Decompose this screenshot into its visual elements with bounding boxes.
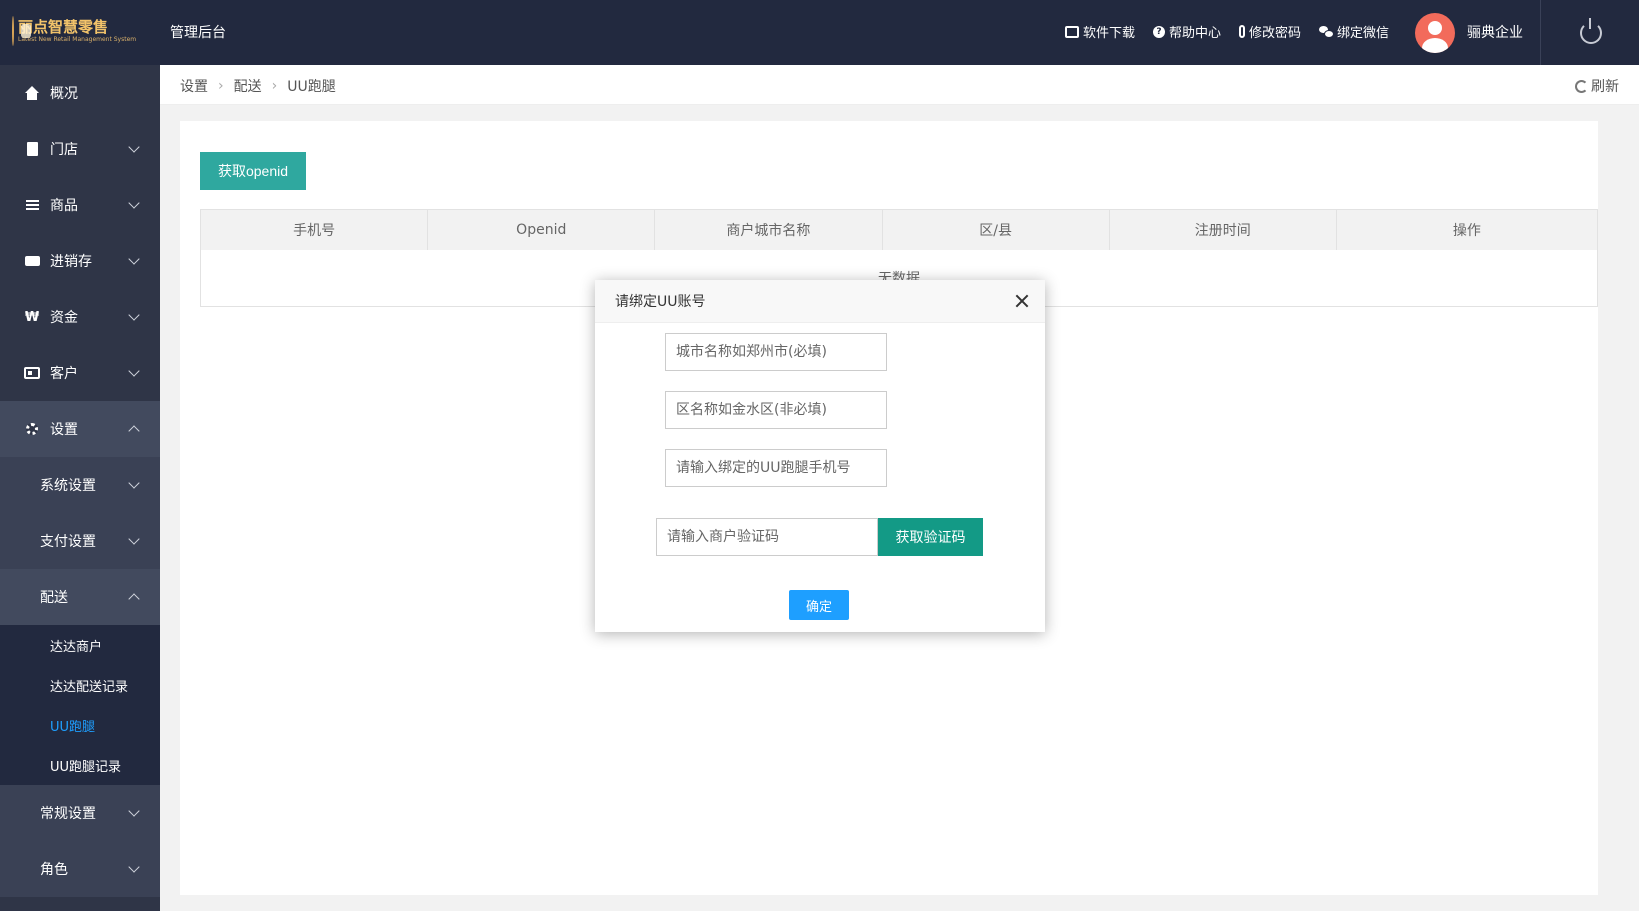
logo-subtext: Latest New Retail Management System [18,35,137,43]
sidebar-item-funds[interactable]: ₩ 资金 [0,289,160,345]
delivery-submenu: 达达商户 达达配送记录 UU跑腿 UU跑腿记录 [0,625,160,785]
money-icon: ₩ [24,309,40,325]
sidebar-item-payment-settings[interactable]: 支付设置 [0,513,160,569]
admin-title: 管理后台 [170,25,226,41]
settings-submenu: 系统设置 支付设置 配送 达达商户 达达配送记录 UU跑腿 UU跑腿记录 常规设… [0,457,160,897]
breadcrumb-settings[interactable]: 设置 [180,76,208,96]
sidebar-item-dada-records[interactable]: 达达配送记录 [0,665,160,705]
chevron-down-icon [128,309,140,321]
sidebar-item-products[interactable]: 商品 [0,177,160,233]
sidebar: 概况 门店 商品 进销存 ₩ 资金 客户 设置 系统设置 支付设置 配送 达达商… [0,65,160,911]
sidebar-item-roles[interactable]: 角色 [0,841,160,897]
top-links: 软件下载 ? 帮助中心 修改密码 绑定微信 [1064,22,1389,41]
breadcrumb-current: UU跑腿 [287,79,336,95]
refresh-icon [1575,79,1588,93]
sidebar-item-uu-records[interactable]: UU跑腿记录 [0,745,160,785]
close-icon[interactable] [1015,294,1029,308]
sidebar-item-system-settings[interactable]: 系统设置 [0,457,160,513]
chevron-up-icon [128,593,140,605]
wechat-icon [1318,26,1334,38]
book-icon [26,142,38,156]
sidebar-item-delivery[interactable]: 配送 [0,569,160,625]
bind-uu-dialog: 请绑定UU账号 获取验证码 确定 [595,280,1045,632]
column-city: 商户城市名称 [655,210,883,250]
store-icon [1064,25,1079,38]
sidebar-item-dada-merchant[interactable]: 达达商户 [0,625,160,665]
top-bar: 丽点智慧零售 Latest New Retail Management Syst… [0,0,1639,65]
home-icon [24,86,40,100]
dialog-title: 请绑定UU账号 [595,280,1045,323]
avatar[interactable] [1415,13,1455,53]
gear-icon [26,423,38,435]
chevron-up-icon [128,425,140,437]
chevron-right-icon: › [218,78,224,94]
change-password-link[interactable]: 修改密码 [1238,22,1301,41]
top-divider [1540,0,1541,65]
chevron-right-icon: › [271,78,278,94]
key-icon [1238,25,1245,38]
chevron-down-icon [128,141,140,153]
get-openid-button[interactable]: 获取openid [200,152,306,190]
chevron-down-icon [128,805,140,817]
breadcrumb-bar: 设置 › 配送 › UU跑腿 刷新 [160,65,1639,105]
district-input[interactable] [665,391,887,429]
chevron-down-icon [128,861,140,873]
column-district: 区/县 [883,210,1110,250]
sidebar-item-stores[interactable]: 门店 [0,121,160,177]
breadcrumb-delivery[interactable]: 配送 [234,76,262,96]
chevron-down-icon [128,365,140,377]
company-name[interactable]: 骊典企业 [1467,22,1523,42]
id-card-icon [24,367,40,379]
logo-icon [12,16,31,46]
chevron-down-icon [128,253,140,265]
truck-icon [24,256,40,266]
column-openid: Openid [428,210,656,250]
help-center-link[interactable]: ? 帮助中心 [1152,22,1221,41]
sidebar-item-inventory[interactable]: 进销存 [0,233,160,289]
city-input[interactable] [665,333,887,371]
sidebar-item-uu-errand[interactable]: UU跑腿 [0,705,160,745]
breadcrumb: 设置 › 配送 › UU跑腿 [180,76,336,96]
column-register-time: 注册时间 [1110,210,1337,250]
refresh-button[interactable]: 刷新 [1575,76,1619,96]
phone-input[interactable] [665,449,887,487]
sidebar-item-customers[interactable]: 客户 [0,345,160,401]
chevron-down-icon [128,477,140,489]
chevron-down-icon [128,197,140,209]
logo-text: 丽点智慧零售 [18,17,109,36]
confirm-button[interactable]: 确定 [789,590,849,620]
sidebar-item-overview[interactable]: 概况 [0,65,160,121]
column-phone: 手机号 [201,210,429,250]
software-download-link[interactable]: 软件下载 [1064,22,1135,41]
power-icon[interactable] [1580,18,1602,44]
verification-code-input[interactable] [656,518,878,556]
sidebar-item-settings[interactable]: 设置 [0,401,160,457]
help-icon: ? [1152,25,1165,38]
app-logo[interactable]: 丽点智慧零售 Latest New Retail Management Syst… [12,14,136,48]
column-actions: 操作 [1452,223,1481,239]
chevron-down-icon [128,533,140,545]
table-header: 手机号 Openid 商户城市名称 区/县 注册时间 操作 [201,210,1597,250]
sidebar-item-general-settings[interactable]: 常规设置 [0,785,160,841]
list-icon [25,200,39,210]
bind-wechat-link[interactable]: 绑定微信 [1318,22,1389,41]
get-code-button[interactable]: 获取验证码 [878,518,983,556]
